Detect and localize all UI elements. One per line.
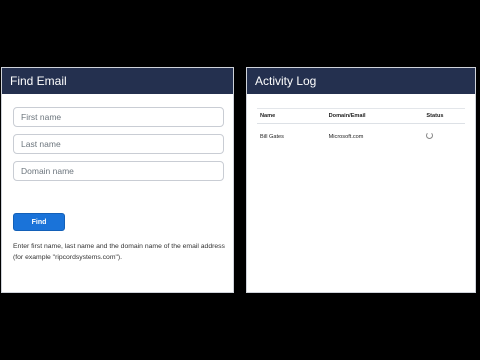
row-domain: Microsoft.com (328, 133, 364, 140)
column-header-name: Name (257, 108, 326, 124)
find-email-panel: Find Email Find Enter first name, last n… (1, 67, 234, 293)
column-header-status: Status (423, 108, 465, 124)
column-header-domain: Domain/Email (325, 108, 424, 124)
table-row: Bill Gates Microsoft.com (257, 124, 465, 150)
loading-spinner-icon (426, 132, 434, 139)
table-header-row: Name Domain/Email Status (257, 108, 465, 124)
activity-log-panel: Activity Log Name Domain/Email Status Bi… (246, 67, 476, 293)
last-name-input[interactable] (13, 134, 224, 154)
row-name: Bill Gates (260, 133, 284, 140)
activity-log-table: Name Domain/Email Status Bill Gates Micr… (257, 108, 465, 149)
domain-name-input[interactable] (13, 161, 224, 181)
find-email-title: Find Email (2, 68, 233, 94)
help-text: Enter first name, last name and the doma… (13, 243, 225, 261)
activity-log-title: Activity Log (247, 68, 475, 94)
find-button[interactable]: Find (13, 213, 65, 231)
first-name-input[interactable] (13, 107, 224, 127)
